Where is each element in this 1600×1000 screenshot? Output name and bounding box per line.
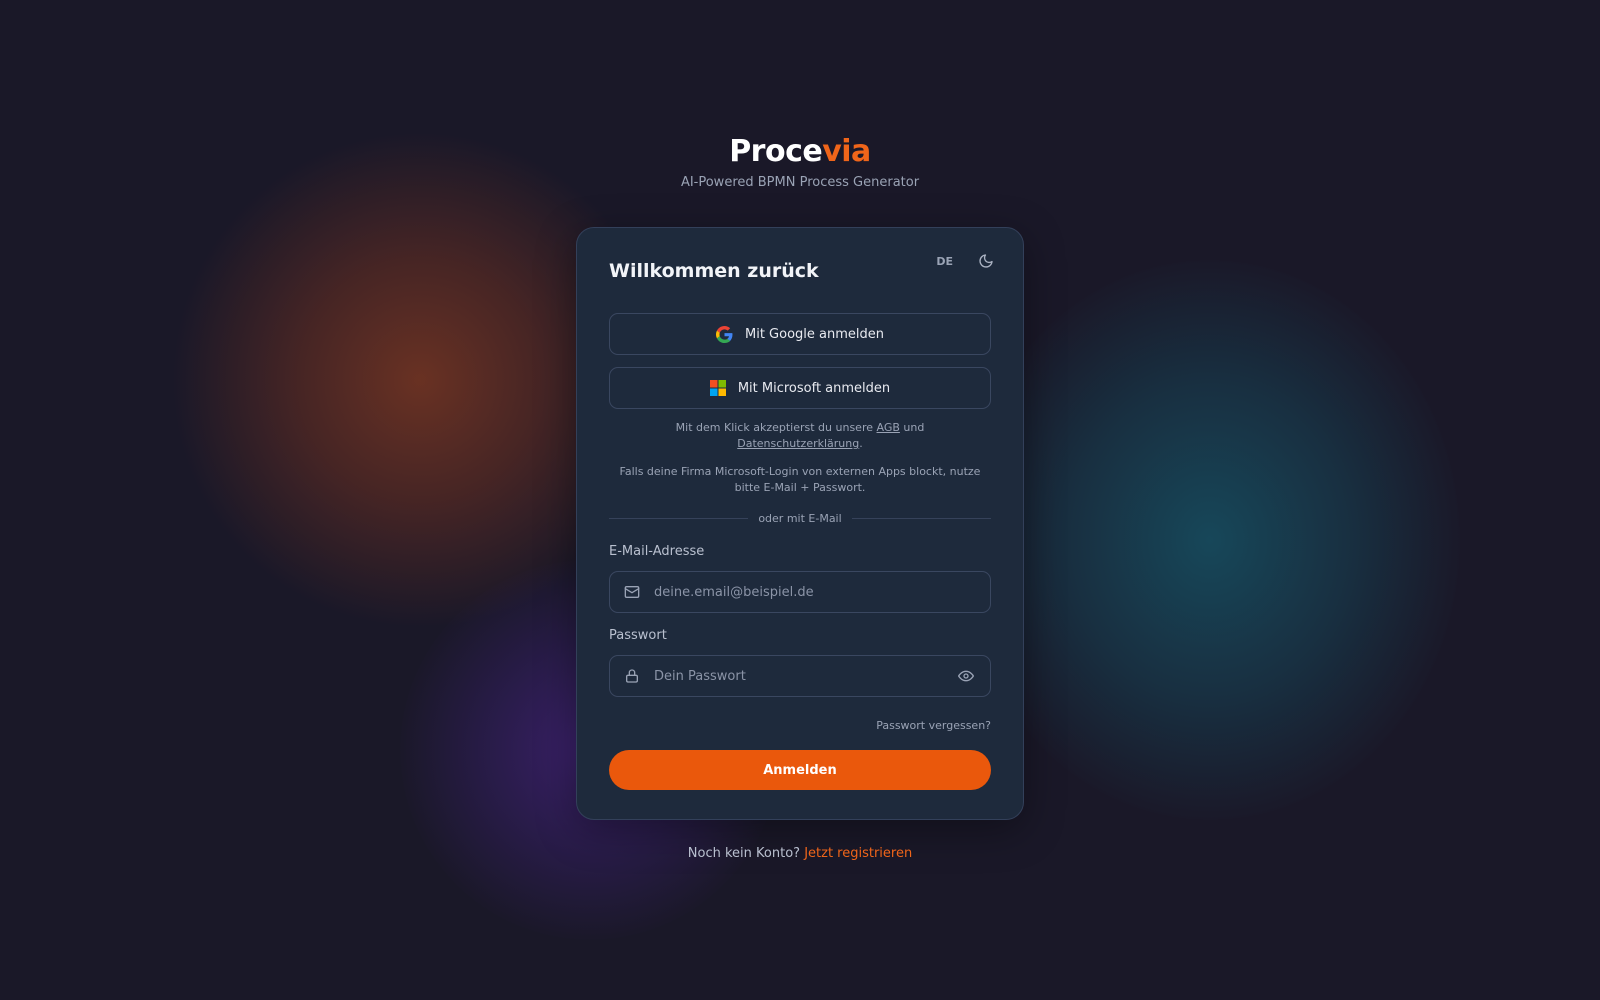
signup-text: Noch kein Konto? xyxy=(687,846,801,861)
logo-part-1: Proce xyxy=(729,134,823,169)
legal-prefix: Mit dem Klick akzeptierst du unsere xyxy=(675,421,873,434)
password-input[interactable] xyxy=(652,655,958,697)
background-glow-teal xyxy=(960,260,1460,820)
tagline: AI-Powered BPMN Process Generator xyxy=(680,175,920,190)
google-signin-label: Mit Google anmelden xyxy=(744,326,884,342)
language-toggle[interactable]: DE xyxy=(930,249,959,274)
email-label: E-Mail-Adresse xyxy=(609,544,705,559)
legal-and: und xyxy=(903,421,925,434)
email-divider: oder mit E-Mail xyxy=(609,512,991,525)
mail-icon xyxy=(624,584,642,600)
google-icon xyxy=(715,325,733,343)
signup-prompt: Noch kein Konto? Jetzt registrieren xyxy=(0,846,1600,861)
microsoft-signin-button[interactable]: Mit Microsoft anmelden xyxy=(609,367,991,409)
logo-part-2: via xyxy=(822,134,871,169)
logo: Procevia xyxy=(0,132,1600,172)
agb-link[interactable]: AGB xyxy=(877,421,900,434)
microsoft-signin-label: Mit Microsoft anmelden xyxy=(737,380,891,396)
email-input[interactable] xyxy=(652,571,990,613)
email-field-wrapper xyxy=(609,571,991,613)
login-submit-button[interactable]: Anmelden xyxy=(609,750,991,790)
card-tools: DE xyxy=(930,248,999,274)
theme-toggle-button[interactable] xyxy=(973,248,999,274)
divider-line-left xyxy=(609,518,749,519)
brand-header: Procevia AI-Powered BPMN Process Generat… xyxy=(0,132,1600,192)
password-label: Passwort xyxy=(609,628,667,643)
forgot-password-link[interactable]: Passwort vergessen? xyxy=(876,719,991,732)
firm-login-note: Falls deine Firma Microsoft-Login von ex… xyxy=(619,465,981,494)
login-card: Willkommen zurück DE Mit Google anmelden… xyxy=(576,227,1024,820)
show-password-icon[interactable] xyxy=(958,668,978,684)
microsoft-icon xyxy=(709,380,726,396)
privacy-link[interactable]: Datenschutzerklärung xyxy=(737,437,859,450)
divider-text: oder mit E-Mail xyxy=(758,512,842,525)
legal-suffix: . xyxy=(859,437,863,450)
card-title: Willkommen zurück xyxy=(609,260,819,282)
google-signin-button[interactable]: Mit Google anmelden xyxy=(609,313,991,355)
legal-notice: Mit dem Klick akzeptierst du unsere AGB … xyxy=(609,420,991,452)
moon-icon xyxy=(979,254,993,268)
password-field-wrapper xyxy=(609,655,991,697)
divider-line-right xyxy=(851,518,991,519)
lock-icon xyxy=(624,668,642,684)
register-link[interactable]: Jetzt registrieren xyxy=(804,846,912,861)
